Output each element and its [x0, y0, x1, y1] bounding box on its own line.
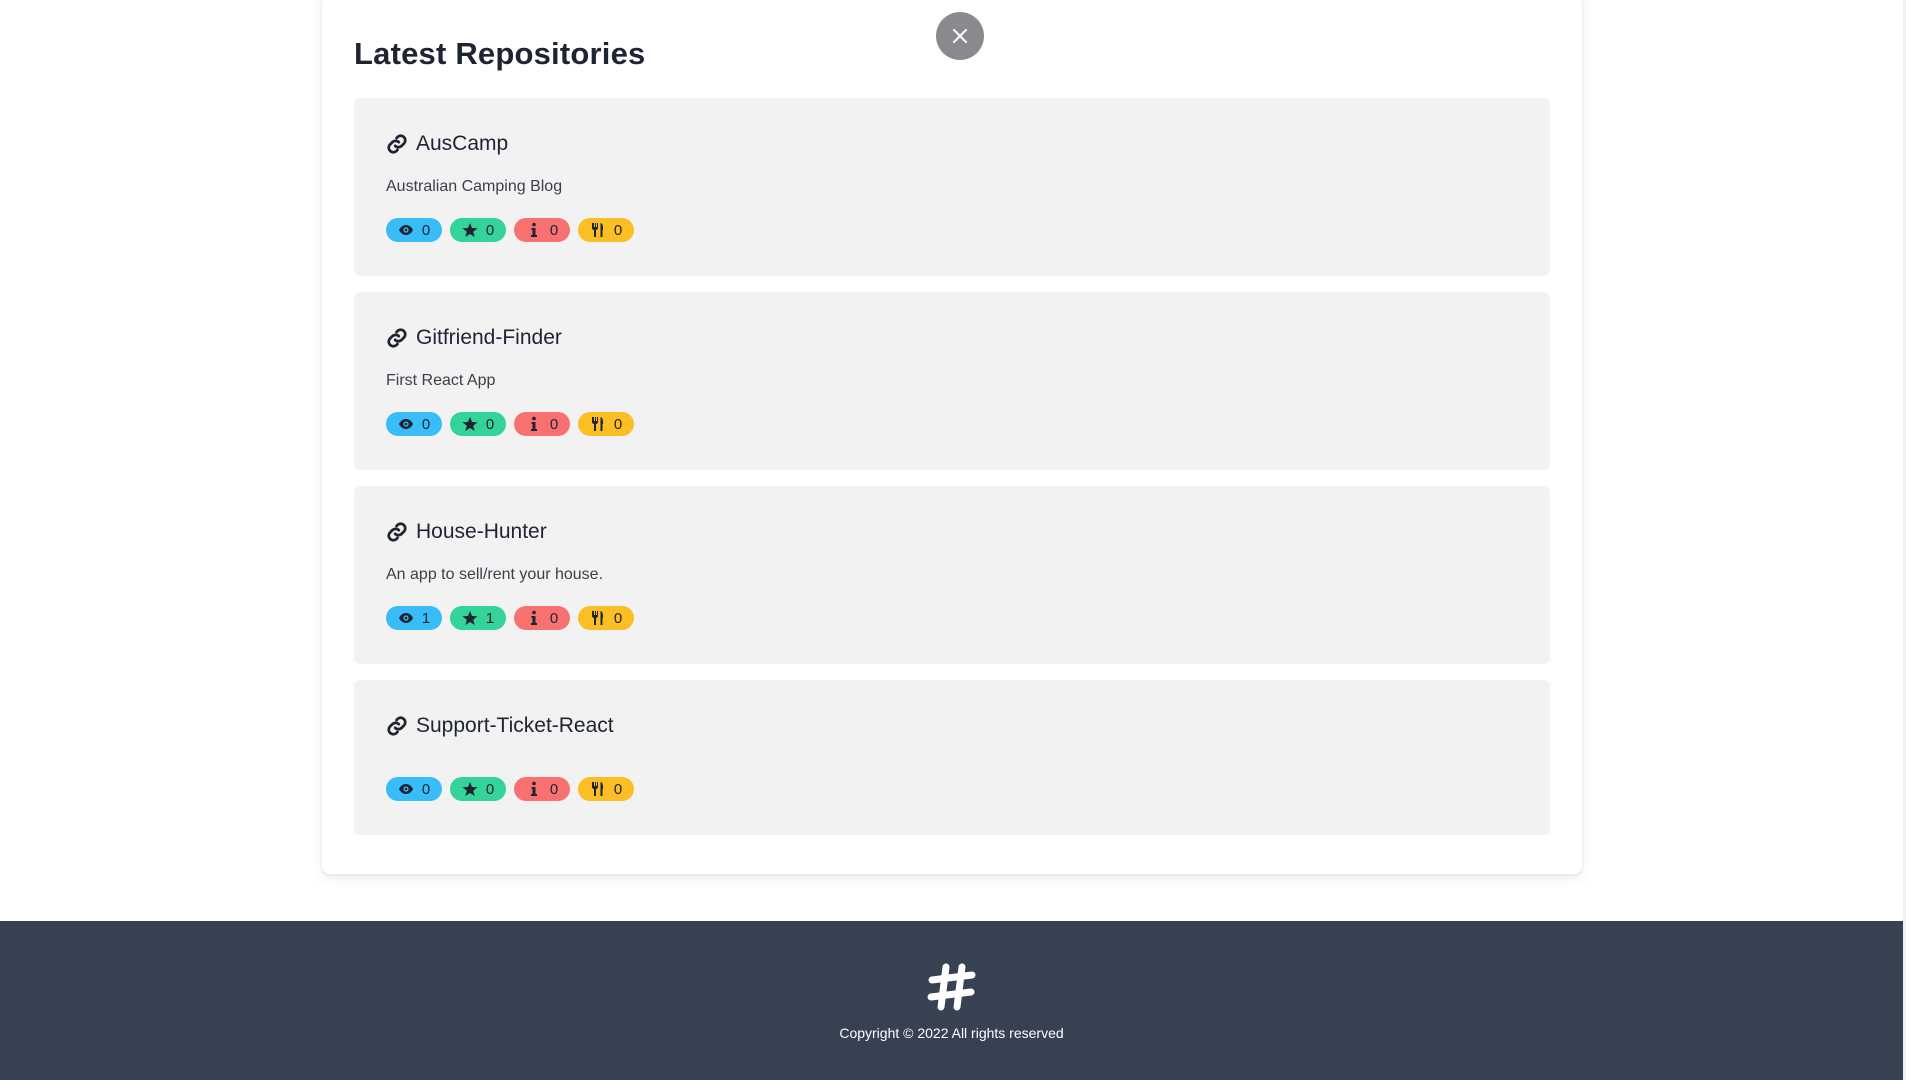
info-icon: [530, 610, 537, 625]
star-icon: [462, 417, 478, 431]
repo-card: Gitfriend-Finder First React App 0 0 0 0: [354, 292, 1550, 470]
eye-icon: [398, 225, 413, 235]
info-icon: [530, 222, 537, 237]
issues-count: 0: [549, 609, 559, 627]
repo-card: House-Hunter An app to sell/rent your ho…: [354, 486, 1550, 664]
utensils-icon: [591, 223, 603, 237]
forks-badge: 0: [578, 777, 634, 801]
stars-badge: 1: [450, 606, 506, 630]
eye-icon: [398, 784, 413, 794]
stars-count: 1: [485, 609, 495, 627]
eye-icon: [398, 419, 413, 429]
hashtag-icon: [927, 963, 975, 1011]
stars-badge: 0: [450, 218, 506, 242]
repo-name-link[interactable]: House-Hunter: [416, 520, 547, 544]
repo-list: AusCamp Australian Camping Blog 0 0 0 0: [354, 98, 1550, 851]
watchers-count: 0: [421, 780, 431, 798]
close-button[interactable]: [936, 12, 984, 60]
stars-badge: 0: [450, 777, 506, 801]
repo-name-link[interactable]: AusCamp: [416, 132, 508, 156]
issues-count: 0: [549, 415, 559, 433]
forks-badge: 0: [578, 218, 634, 242]
forks-badge: 0: [578, 606, 634, 630]
info-icon: [530, 781, 537, 796]
repo-stats: 0 0 0 0: [386, 777, 634, 801]
repo-description: First React App: [386, 372, 496, 389]
repo-stats: 0 0 0 0: [386, 412, 634, 436]
utensils-icon: [591, 782, 603, 796]
issues-badge: 0: [514, 412, 570, 436]
repo-description: An app to sell/rent your house.: [386, 566, 604, 583]
forks-count: 0: [613, 415, 623, 433]
stars-count: 0: [485, 221, 495, 239]
watchers-badge: 0: [386, 412, 442, 436]
copyright-text: Copyright © 2022 All rights reserved: [839, 1025, 1064, 1041]
watchers-badge: 0: [386, 777, 442, 801]
star-icon: [462, 223, 478, 237]
stars-count: 0: [485, 415, 495, 433]
issues-badge: 0: [514, 606, 570, 630]
watchers-badge: 0: [386, 218, 442, 242]
close-icon: [953, 29, 967, 43]
watchers-count: 1: [421, 609, 431, 627]
issues-count: 0: [549, 780, 559, 798]
issues-count: 0: [549, 221, 559, 239]
footer: Copyright © 2022 All rights reserved: [0, 921, 1903, 1080]
utensils-icon: [591, 611, 603, 625]
repo-card: AusCamp Australian Camping Blog 0 0 0 0: [354, 98, 1550, 276]
forks-count: 0: [613, 221, 623, 239]
repo-stats: 0 0 0 0: [386, 218, 634, 242]
link-icon: [386, 521, 408, 543]
forks-count: 0: [613, 780, 623, 798]
issues-badge: 0: [514, 218, 570, 242]
repo-name-link[interactable]: Support-Ticket-React: [416, 714, 614, 738]
link-icon: [386, 133, 408, 155]
stars-badge: 0: [450, 412, 506, 436]
repo-description: Australian Camping Blog: [386, 178, 563, 195]
stars-count: 0: [485, 780, 495, 798]
forks-count: 0: [613, 609, 623, 627]
repo-stats: 1 1 0 0: [386, 606, 634, 630]
watchers-count: 0: [421, 221, 431, 239]
forks-badge: 0: [578, 412, 634, 436]
link-icon: [386, 327, 408, 349]
watchers-count: 0: [421, 415, 431, 433]
utensils-icon: [591, 417, 603, 431]
repo-name-link[interactable]: Gitfriend-Finder: [416, 326, 562, 350]
star-icon: [462, 782, 478, 796]
star-icon: [462, 611, 478, 625]
page-title: Latest Repositories: [354, 36, 646, 71]
link-icon: [386, 715, 408, 737]
watchers-badge: 1: [386, 606, 442, 630]
issues-badge: 0: [514, 777, 570, 801]
info-icon: [530, 416, 537, 431]
eye-icon: [398, 613, 413, 623]
repo-card: Support-Ticket-React 0 0 0 0: [354, 680, 1550, 835]
